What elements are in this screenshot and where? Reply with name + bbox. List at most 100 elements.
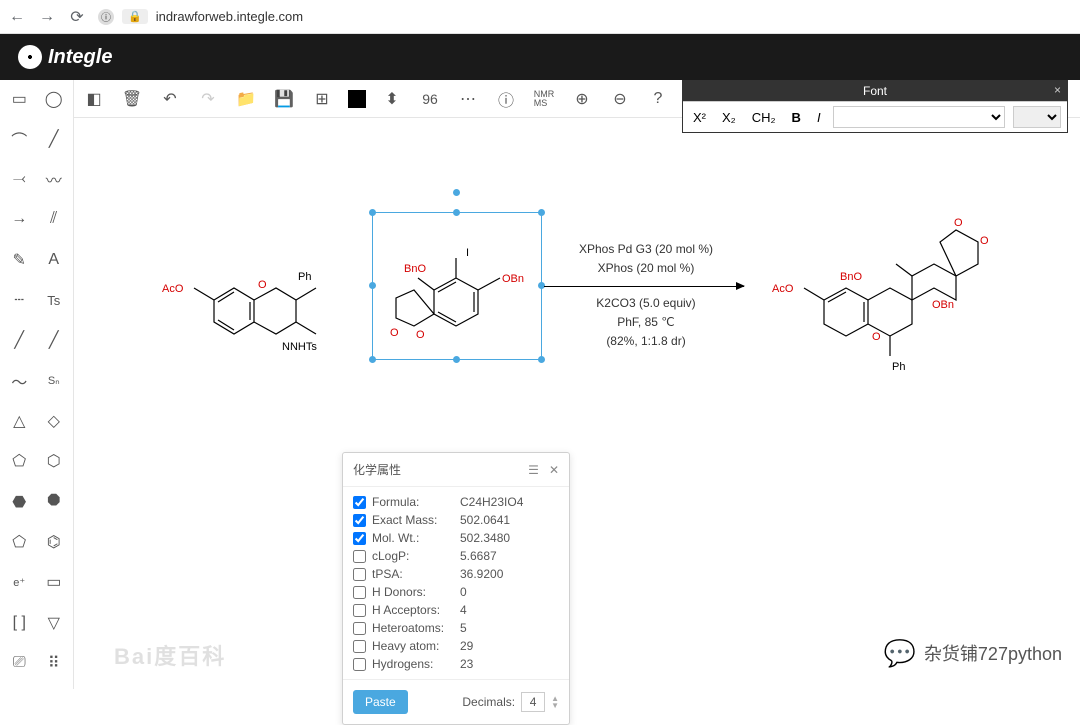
decimals-value[interactable]: 4 (521, 692, 545, 712)
properties-close-icon[interactable]: ✕ (549, 463, 559, 477)
bracket-tool[interactable]: [ ] (2, 606, 37, 639)
paste-button[interactable]: Paste (353, 690, 408, 714)
property-checkbox[interactable] (353, 586, 366, 599)
zoom-level[interactable]: 96 (418, 87, 442, 111)
zoom-in-button[interactable]: ⊕ (570, 87, 594, 111)
molecule-2[interactable]: BnO I OBn O O (374, 220, 544, 360)
reaction-arrow[interactable] (544, 286, 744, 287)
font-family-select[interactable] (833, 106, 1005, 128)
line-tool[interactable]: ╱ (37, 122, 72, 155)
redo-button[interactable]: ↷ (196, 87, 220, 111)
property-checkbox[interactable] (353, 622, 366, 635)
back-button[interactable]: ← (8, 8, 26, 26)
forward-button[interactable]: → (38, 8, 56, 26)
wavy-tool[interactable]: 〰 (37, 163, 72, 196)
property-value: 29 (460, 639, 473, 653)
property-value: 502.3480 (460, 531, 510, 545)
property-label: Heteroatoms: (372, 621, 454, 635)
hatch-tool[interactable]: ⫽ (37, 203, 72, 236)
property-value: 502.0641 (460, 513, 510, 527)
text-tool[interactable]: A (37, 243, 72, 276)
font-panel-close[interactable]: × (1054, 83, 1061, 97)
camera-tool[interactable]: ⎚ (2, 647, 37, 680)
nmr-button[interactable]: NMRMS (532, 87, 556, 111)
property-row: cLogP: 5.6687 (353, 547, 559, 565)
more-button[interactable]: ⋯ (456, 87, 480, 111)
url-text: indrawforweb.integle.com (156, 9, 303, 24)
superscript-button[interactable]: X² (689, 108, 710, 127)
merge-tool[interactable]: ⤙ (2, 163, 37, 196)
select-rect-tool[interactable]: ▭ (2, 82, 37, 115)
property-checkbox[interactable] (353, 550, 366, 563)
info-button[interactable]: ⓘ (494, 87, 518, 111)
svg-text:O: O (258, 279, 267, 291)
property-checkbox[interactable] (353, 514, 366, 527)
font-panel-title: Font × (683, 81, 1067, 101)
molecule-1[interactable]: Ph O AcO NNHTs (154, 210, 334, 360)
property-checkbox[interactable] (353, 496, 366, 509)
logo-icon (18, 45, 42, 69)
triangle-tool[interactable]: △ (2, 405, 37, 438)
bond1-tool[interactable]: ╱ (2, 324, 37, 357)
bold-button[interactable]: B (788, 108, 805, 127)
undo-button[interactable]: ↶ (158, 87, 182, 111)
molecule-3[interactable]: AcO BnO OBn O Ph O O (764, 180, 1024, 380)
decimals-label: Decimals: (462, 695, 515, 709)
dash-tool[interactable]: ┄ (2, 284, 37, 317)
property-row: tPSA: 36.9200 (353, 565, 559, 583)
chain-tool[interactable]: 〜 (2, 364, 37, 397)
pen-tool[interactable]: ✎ (2, 243, 37, 276)
funnel-tool[interactable]: ▽ (37, 606, 72, 639)
svg-text:O: O (980, 235, 989, 247)
bond2-tool[interactable]: ╱ (37, 324, 72, 357)
svg-text:O: O (954, 217, 963, 229)
property-checkbox[interactable] (353, 640, 366, 653)
decimals-spinner[interactable]: ▲▼ (551, 695, 559, 709)
property-checkbox[interactable] (353, 604, 366, 617)
charge-tool[interactable]: e⁺ (2, 566, 37, 599)
pentagon-tool[interactable]: ⬠ (2, 445, 37, 478)
benzene-tool[interactable]: ⌬ (37, 526, 72, 559)
arrow-tool[interactable]: → (2, 203, 37, 236)
canvas[interactable]: ◧ 🗑 ↶ ↷ 📁 💾 ⊞ ⬍ 96 ⋯ ⓘ NMRMS ⊕ ⊖ ? Font … (74, 80, 1080, 689)
property-row: Formula: C24H23IO4 (353, 493, 559, 511)
svg-text:Ph: Ph (298, 271, 311, 283)
zoom-out-button[interactable]: ⊖ (608, 87, 632, 111)
arc-tool[interactable]: ⌒ (2, 122, 37, 155)
eraser-button[interactable]: ◧ (82, 87, 106, 111)
ch2-button[interactable]: CH₂ (748, 108, 780, 127)
heptagon-tool[interactable]: ⬣ (2, 485, 37, 518)
subscript-button[interactable]: X₂ (718, 108, 740, 127)
property-checkbox[interactable] (353, 568, 366, 581)
trash-button[interactable]: 🗑 (120, 87, 144, 111)
property-label: Heavy atom: (372, 639, 454, 653)
font-size-select[interactable] (1013, 106, 1061, 128)
grid-button[interactable]: ⊞ (310, 87, 334, 111)
sn-tool[interactable]: Sₙ (37, 364, 72, 397)
properties-menu-icon[interactable]: ☰ (528, 463, 539, 477)
pentagon2-tool[interactable]: ⬠ (2, 526, 37, 559)
italic-button[interactable]: I (813, 108, 825, 127)
property-label: H Donors: (372, 585, 454, 599)
fill-color-button[interactable] (348, 90, 366, 108)
property-checkbox[interactable] (353, 658, 366, 671)
open-button[interactable]: 📁 (234, 87, 258, 111)
save-button[interactable]: 💾 (272, 87, 296, 111)
property-value: 4 (460, 603, 467, 617)
dots-tool[interactable]: ⠿ (37, 647, 72, 680)
property-row: Mol. Wt.: 502.3480 (353, 529, 559, 547)
info-icon: ⓘ (98, 9, 114, 25)
help-button[interactable]: ? (646, 87, 670, 111)
align-button[interactable]: ⬍ (380, 87, 404, 111)
svg-text:O: O (872, 331, 881, 343)
reload-button[interactable]: ⟳ (68, 8, 86, 26)
hexagon-tool[interactable]: ⬡ (37, 445, 72, 478)
property-checkbox[interactable] (353, 532, 366, 545)
octagon-tool[interactable]: ⯃ (37, 485, 72, 518)
diamond-tool[interactable]: ◇ (37, 405, 72, 438)
url-bar[interactable]: ⓘ 🔒 indrawforweb.integle.com (98, 9, 1072, 25)
lasso-tool[interactable]: ◯ (37, 82, 72, 115)
ts-tool[interactable]: Ts (37, 284, 72, 317)
property-label: Mol. Wt.: (372, 531, 454, 545)
rect-tool[interactable]: ▭ (37, 566, 72, 599)
